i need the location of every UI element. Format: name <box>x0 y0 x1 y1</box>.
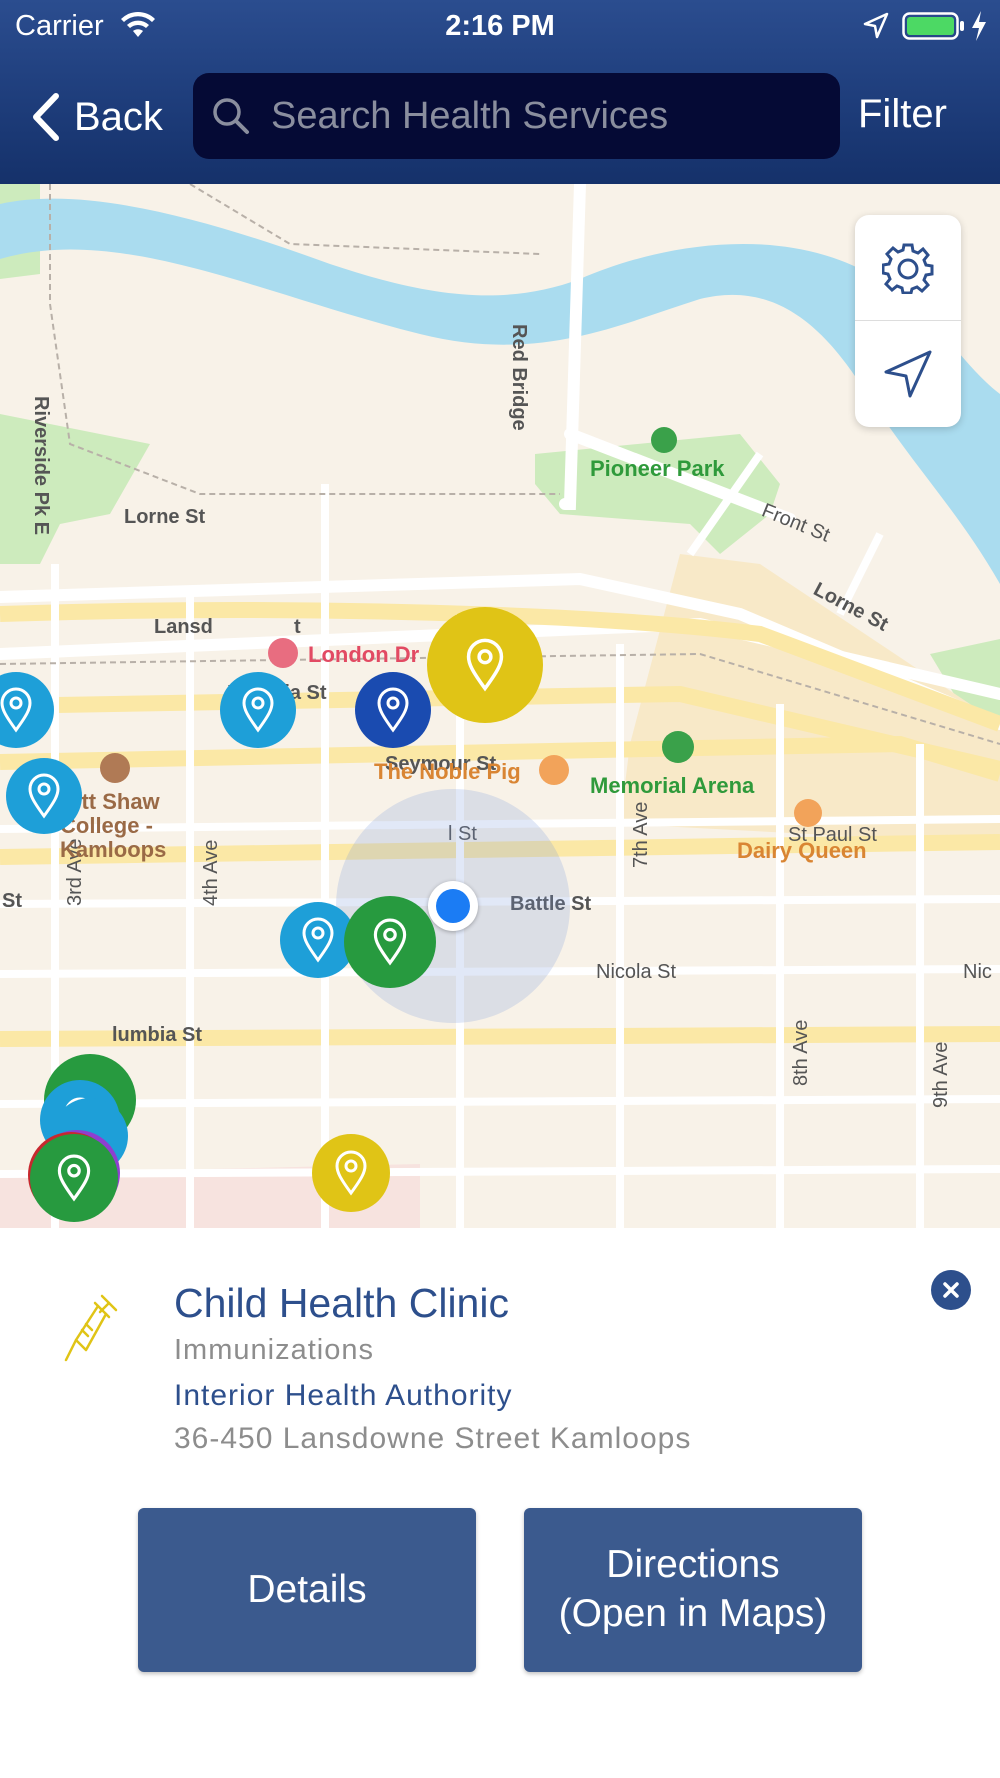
street-label-8th-ave: 8th Ave <box>790 1019 812 1086</box>
back-label: Back <box>74 94 163 139</box>
filter-button[interactable]: Filter <box>858 92 947 137</box>
street-label-7th-ave: 7th Ave <box>630 801 652 868</box>
map-marker[interactable] <box>30 1134 118 1222</box>
close-card-button[interactable] <box>931 1270 971 1310</box>
syringe-icon <box>64 1294 118 1362</box>
status-bar: Carrier 2:16 PM <box>0 0 1000 52</box>
location-services-icon <box>863 12 889 39</box>
pin-icon <box>0 687 32 733</box>
map-controls-panel <box>855 215 961 427</box>
map-settings-button[interactable] <box>855 215 961 320</box>
map-marker-selected[interactable] <box>427 607 543 723</box>
status-time: 2:16 PM <box>445 10 555 42</box>
street-label-9th-ave: 9th Ave <box>930 1041 952 1108</box>
navigation-arrow-icon <box>884 350 932 398</box>
details-button[interactable]: Details <box>138 1508 476 1672</box>
poi-dairy-queen[interactable]: Dairy Queen <box>737 838 867 864</box>
directions-button[interactable]: Directions (Open in Maps) <box>524 1508 862 1672</box>
map-marker[interactable] <box>312 1134 390 1212</box>
search-icon <box>213 98 249 134</box>
search-input[interactable] <box>271 86 811 146</box>
poi-london-drugs[interactable]: London Dr <box>308 642 419 668</box>
street-label-lansdowne: Lansd <box>154 616 213 638</box>
street-label-lansdowne-end: t <box>294 616 301 638</box>
user-location-dot[interactable] <box>428 881 478 931</box>
chevron-left-icon <box>33 93 59 141</box>
street-label-nicola-partial: Nic <box>963 961 992 983</box>
service-info-card: Child Health Clinic Immunizations Interi… <box>0 1228 1000 1778</box>
poi-noble-pig[interactable]: The Noble Pig <box>374 759 521 785</box>
service-address: 36-450 Lansdowne Street Kamloops <box>174 1422 692 1455</box>
service-category: Immunizations <box>174 1334 374 1366</box>
map-marker[interactable] <box>344 896 436 988</box>
pin-icon <box>57 1154 91 1202</box>
charging-bolt-icon <box>972 11 986 41</box>
pin-icon <box>377 687 409 733</box>
map-marker[interactable] <box>355 672 431 748</box>
street-label-st-left: St <box>2 890 22 912</box>
navigation-header: Carrier 2:16 PM Back Filter <box>0 0 1000 184</box>
service-name: Child Health Clinic <box>174 1280 509 1326</box>
map-marker[interactable] <box>6 758 82 834</box>
street-label-columbia: lumbia St <box>112 1024 203 1046</box>
back-button[interactable]: Back <box>28 92 163 142</box>
pin-icon <box>335 1150 367 1196</box>
map-view[interactable]: Red Bridge Riverside Pk E Lorne St Front… <box>0 184 1000 1228</box>
street-label-red-bridge: Red Bridge <box>508 324 530 431</box>
street-label-riverside: Riverside Pk E <box>30 396 52 535</box>
service-authority: Interior Health Authority <box>174 1379 513 1412</box>
pin-icon <box>373 918 407 966</box>
close-icon <box>943 1282 959 1298</box>
pin-icon <box>242 687 274 733</box>
poi-college-line3[interactable]: Kamloops <box>60 837 166 863</box>
directions-label-line2: (Open in Maps) <box>558 1592 828 1635</box>
battery-icon <box>902 12 964 40</box>
poi-pioneer-park[interactable]: Pioneer Park <box>590 456 725 482</box>
street-label-lorne-west: Lorne St <box>124 506 206 528</box>
pin-icon <box>302 917 334 963</box>
street-label-nicola: Nicola St <box>596 961 677 983</box>
directions-label-line1: Directions <box>606 1543 780 1587</box>
street-label-4th-ave: 4th Ave <box>200 839 222 906</box>
gear-icon <box>882 243 934 294</box>
poi-memorial-arena[interactable]: Memorial Arena <box>590 773 754 799</box>
pin-icon <box>28 773 60 819</box>
search-bar[interactable] <box>193 73 840 159</box>
map-marker[interactable] <box>220 672 296 748</box>
locate-me-button[interactable] <box>855 321 961 427</box>
pin-icon <box>466 638 504 692</box>
